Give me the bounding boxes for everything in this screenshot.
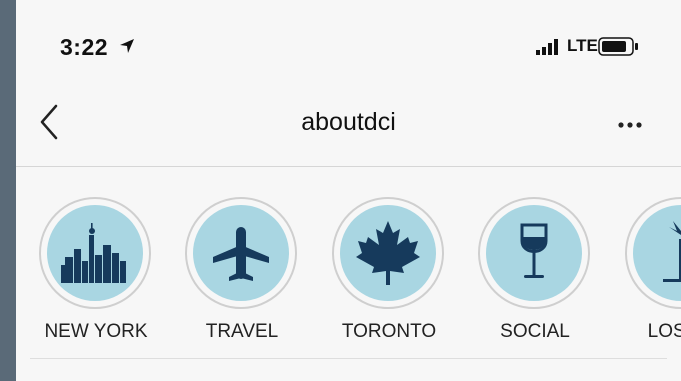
highlight-new-york[interactable]: NEW YORK <box>16 197 156 357</box>
page-title: aboutdci <box>301 108 396 136</box>
highlight-social[interactable]: SOCIAL <box>455 197 595 357</box>
highlight-label: LOS AN <box>647 321 681 342</box>
section-divider <box>30 358 667 359</box>
highlight-cover <box>633 205 681 301</box>
ellipsis-icon <box>618 122 642 128</box>
highlight-ring <box>478 197 590 309</box>
airplane-icon <box>213 227 269 281</box>
more-options-button[interactable] <box>615 118 647 132</box>
location-arrow-icon <box>119 38 135 59</box>
status-time: 3:22 <box>60 34 109 60</box>
signal-bars-icon <box>536 39 564 60</box>
highlight-toronto[interactable]: TORONTO <box>309 197 449 357</box>
phone-screen: 3:22 LTE aboutdci NEW YORK TRAVEL TORONT… <box>16 0 681 381</box>
highlight-ring <box>185 197 297 309</box>
navigation-bar: aboutdci <box>16 80 681 167</box>
highlight-label: TORONTO <box>341 321 437 342</box>
highlight-cover <box>486 205 582 301</box>
highlight-cover <box>193 205 289 301</box>
maple-leaf-icon <box>356 221 420 285</box>
status-bar: 3:22 LTE <box>16 0 681 80</box>
highlight-label: SOCIAL <box>500 321 570 342</box>
skyline-icon <box>61 223 126 283</box>
highlight-travel[interactable]: TRAVEL <box>162 197 302 357</box>
story-highlights: NEW YORK TRAVEL TORONTO SOCIAL LOS <box>16 167 681 357</box>
highlight-ring <box>625 197 681 309</box>
highlight-ring <box>39 197 151 309</box>
highlight-label: NEW YORK <box>44 321 148 342</box>
highlight-cover <box>340 205 436 301</box>
battery-icon <box>598 36 640 63</box>
network-type: LTE <box>567 36 598 55</box>
wine-glass-icon <box>520 223 548 278</box>
highlight-los-angeles[interactable]: LOS AN <box>602 197 681 357</box>
highlight-ring <box>332 197 444 309</box>
highlight-label: TRAVEL <box>205 321 279 342</box>
highlight-cover <box>47 205 143 301</box>
palm-tree-icon <box>663 221 681 282</box>
